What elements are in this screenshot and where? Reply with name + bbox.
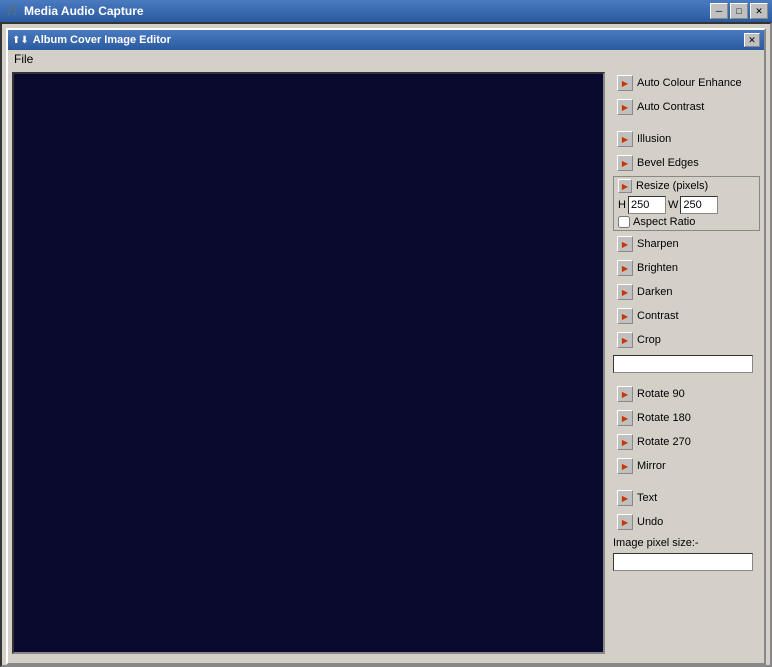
divider3 xyxy=(613,479,760,485)
undo-button[interactable]: ▶ Undo xyxy=(613,511,760,533)
rotate180-label: Rotate 180 xyxy=(637,412,691,424)
darken-button[interactable]: ▶ Darken xyxy=(613,281,760,303)
content-area: ▶ Auto Colour Enhance ▶ Auto Contrast ▶ … xyxy=(8,68,764,658)
resize-title-row: ▶ Resize (pixels) xyxy=(618,179,755,193)
crop-label: Crop xyxy=(637,334,661,346)
maximize-button[interactable]: □ xyxy=(730,3,748,19)
darken-label: Darken xyxy=(637,286,672,298)
sidebar: ▶ Auto Colour Enhance ▶ Auto Contrast ▶ … xyxy=(609,68,764,658)
brighten-label: Brighten xyxy=(637,262,678,274)
rotate90-button[interactable]: ▶ Rotate 90 xyxy=(613,383,760,405)
mirror-button[interactable]: ▶ Mirror xyxy=(613,455,760,477)
auto-contrast-label: Auto Contrast xyxy=(637,101,704,113)
rotate270-label: Rotate 270 xyxy=(637,436,691,448)
pixel-size-label: Image pixel size:- xyxy=(613,535,760,551)
h-label: H xyxy=(618,199,626,211)
arrow-icon: ▶ xyxy=(617,332,633,348)
arrow-icon: ▶ xyxy=(617,458,633,474)
bevel-edges-label: Bevel Edges xyxy=(637,157,699,169)
auto-colour-enhance-label: Auto Colour Enhance xyxy=(637,77,742,89)
arrow-icon: ▶ xyxy=(617,308,633,324)
contrast-label: Contrast xyxy=(637,310,679,322)
illusion-label: Illusion xyxy=(637,133,671,145)
aspect-ratio-row: Aspect Ratio xyxy=(618,216,755,228)
main-window: ⬆⬇ Album Cover Image Editor ✕ File ▶ Aut… xyxy=(0,22,772,667)
arrow-icon: ▶ xyxy=(617,75,633,91)
illusion-button[interactable]: ▶ Illusion xyxy=(613,128,760,150)
window-controls: ─ □ ✕ xyxy=(710,3,768,19)
mirror-label: Mirror xyxy=(637,460,666,472)
arrow-icon: ▶ xyxy=(617,99,633,115)
file-menu[interactable]: File xyxy=(14,52,33,66)
arrow-icon: ▶ xyxy=(617,490,633,506)
arrow-icon: ▶ xyxy=(617,284,633,300)
menu-bar: File xyxy=(8,50,764,68)
sharpen-button[interactable]: ▶ Sharpen xyxy=(613,233,760,255)
pixel-size-input[interactable] xyxy=(613,553,753,571)
arrow-icon: ▶ xyxy=(617,514,633,530)
contrast-button[interactable]: ▶ Contrast xyxy=(613,305,760,327)
arrow-icon: ▶ xyxy=(617,434,633,450)
aspect-ratio-label: Aspect Ratio xyxy=(633,216,695,228)
resize-arrow-icon: ▶ xyxy=(618,179,632,193)
image-canvas xyxy=(12,72,605,654)
sharpen-label: Sharpen xyxy=(637,238,679,250)
w-label: W xyxy=(668,199,678,211)
app-icon: 🎵 xyxy=(4,3,20,19)
auto-contrast-button[interactable]: ▶ Auto Contrast xyxy=(613,96,760,118)
inner-title-icon: ⬆⬇ xyxy=(12,35,29,46)
text-label: Text xyxy=(637,492,657,504)
rotate270-button[interactable]: ▶ Rotate 270 xyxy=(613,431,760,453)
arrow-icon: ▶ xyxy=(617,155,633,171)
inner-window: ⬆⬇ Album Cover Image Editor ✕ File ▶ Aut… xyxy=(6,28,766,665)
brighten-button[interactable]: ▶ Brighten xyxy=(613,257,760,279)
w-input[interactable] xyxy=(680,196,718,214)
rotate180-button[interactable]: ▶ Rotate 180 xyxy=(613,407,760,429)
crop-button[interactable]: ▶ Crop xyxy=(613,329,760,351)
divider1 xyxy=(613,120,760,126)
arrow-icon: ▶ xyxy=(617,386,633,402)
title-bar: 🎵 Media Audio Capture ─ □ ✕ xyxy=(0,0,772,22)
app-title: Media Audio Capture xyxy=(24,4,710,18)
rotate90-label: Rotate 90 xyxy=(637,388,685,400)
resize-group: ▶ Resize (pixels) H W Aspect Ratio xyxy=(613,176,760,231)
undo-label: Undo xyxy=(637,516,663,528)
minimize-button[interactable]: ─ xyxy=(710,3,728,19)
arrow-icon: ▶ xyxy=(617,410,633,426)
resize-title: Resize (pixels) xyxy=(636,180,708,192)
divider2 xyxy=(613,375,760,381)
crop-input[interactable] xyxy=(613,355,753,373)
arrow-icon: ▶ xyxy=(617,131,633,147)
inner-title-bar: ⬆⬇ Album Cover Image Editor ✕ xyxy=(8,30,764,50)
auto-colour-enhance-button[interactable]: ▶ Auto Colour Enhance xyxy=(613,72,760,94)
inner-title-text: Album Cover Image Editor xyxy=(33,34,744,46)
arrow-icon: ▶ xyxy=(617,260,633,276)
bevel-edges-button[interactable]: ▶ Bevel Edges xyxy=(613,152,760,174)
h-input[interactable] xyxy=(628,196,666,214)
aspect-ratio-checkbox[interactable] xyxy=(618,216,630,228)
inner-close-button[interactable]: ✕ xyxy=(744,33,760,47)
close-button[interactable]: ✕ xyxy=(750,3,768,19)
arrow-icon: ▶ xyxy=(617,236,633,252)
text-button[interactable]: ▶ Text xyxy=(613,487,760,509)
resize-inputs-row: H W xyxy=(618,196,755,214)
